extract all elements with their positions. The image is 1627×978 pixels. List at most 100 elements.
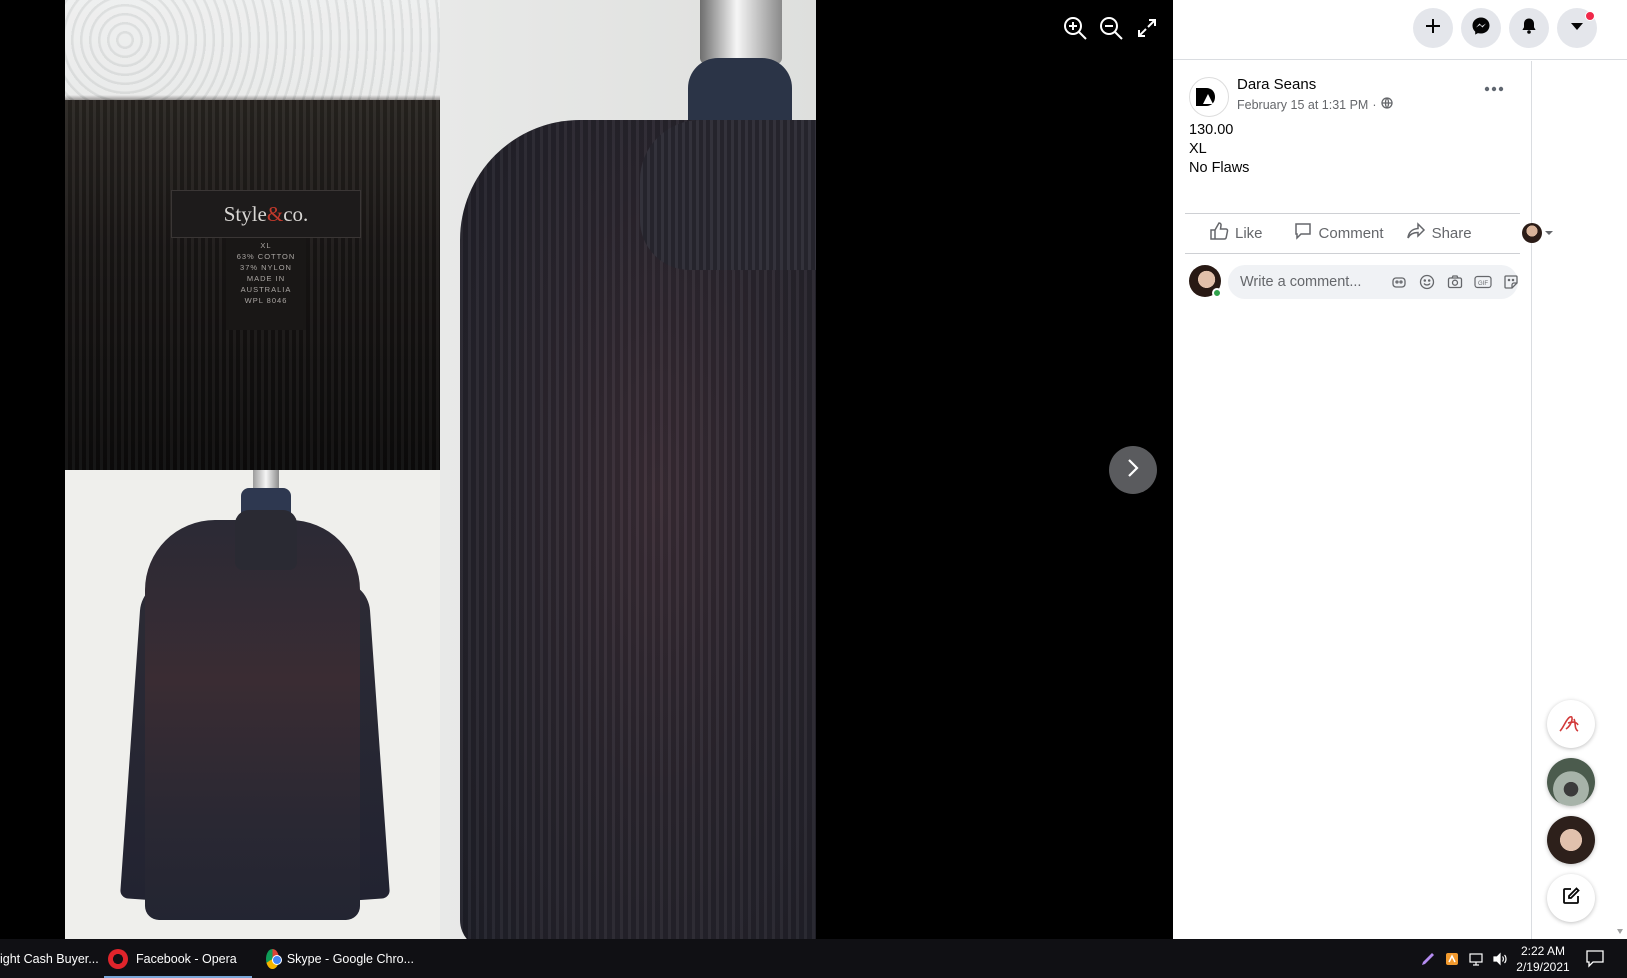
brand-tag: Style & co. — [171, 190, 361, 238]
comment-icon — [1293, 221, 1313, 245]
caption-line: 130.00 — [1189, 122, 1234, 138]
lace-background — [65, 0, 440, 100]
photo-tile-full-sweater — [65, 470, 440, 939]
post-photo[interactable]: Style & co. XL 63% COTTON 37% NYLON MADE I… — [65, 0, 816, 939]
react-as-selector[interactable] — [1521, 223, 1554, 243]
turtleneck-collar — [640, 120, 816, 270]
care-tag: XL 63% COTTON 37% NYLON MADE IN AUSTRALI… — [226, 238, 306, 330]
chat-head-contact[interactable] — [1547, 700, 1595, 748]
care-tag-line: WPL 8046 — [244, 296, 288, 305]
create-button[interactable] — [1413, 8, 1453, 48]
taskbar-app-label: Facebook - Opera — [136, 951, 237, 966]
divider — [1185, 213, 1520, 214]
fullscreen-icon[interactable] — [1134, 14, 1160, 42]
caption-line: No Flaws — [1189, 160, 1250, 176]
post-timestamp[interactable]: February 15 at 1:31 PM — [1237, 98, 1368, 112]
bell-icon — [1520, 17, 1538, 40]
network-icon[interactable] — [1467, 950, 1485, 968]
brand-tag-name: Style — [223, 201, 267, 226]
author-logo-icon — [1196, 88, 1215, 106]
chevron-right-icon — [1124, 457, 1142, 484]
top-nav — [1173, 0, 1627, 60]
taskbar-app-label: Skype - Google Chro... — [286, 951, 414, 966]
system-clock[interactable]: 2:22 AM 2/19/2021 — [1505, 943, 1581, 975]
next-photo-button[interactable] — [1109, 446, 1157, 494]
post-caption: 130.00 XL No Flaws — [1189, 121, 1249, 178]
pen-icon[interactable] — [1419, 950, 1437, 968]
chrome-icon — [266, 948, 282, 969]
share-icon — [1406, 221, 1426, 245]
post-panel: Dara Seans February 15 at 1:31 PM · 130.… — [1173, 0, 1627, 939]
taskbar-app[interactable]: ight Cash Buyer... — [0, 939, 98, 978]
care-tag-line: 63% COTTON — [236, 252, 296, 261]
gif-icon[interactable]: GIF — [1474, 273, 1492, 291]
opera-icon — [108, 948, 128, 969]
care-tag-line: 37% NYLON — [240, 263, 292, 272]
post-meta: February 15 at 1:31 PM · — [1237, 97, 1393, 112]
comment-input-box[interactable]: GIF — [1228, 265, 1518, 299]
share-label: Share — [1431, 224, 1472, 242]
caret-down-icon — [1544, 224, 1554, 242]
divider — [1185, 253, 1520, 254]
sticker-icon[interactable] — [1502, 273, 1520, 291]
avatar-sticker-icon[interactable] — [1390, 273, 1408, 291]
photo-tile-label: Style & co. XL 63% COTTON 37% NYLON MADE I… — [65, 0, 440, 470]
system-tray — [1416, 939, 1512, 978]
care-tag-line: MADE IN — [246, 274, 286, 283]
camera-icon[interactable] — [1446, 273, 1464, 291]
clock-date: 2/19/2021 — [1516, 960, 1570, 974]
photo-viewer: Style & co. XL 63% COTTON 37% NYLON MADE I… — [0, 0, 1173, 939]
post-details: Dara Seans February 15 at 1:31 PM · 130.… — [1173, 61, 1553, 939]
comment-tools: GIF — [1390, 273, 1520, 291]
action-center-icon[interactable] — [1585, 948, 1607, 970]
caret-down-icon — [1570, 19, 1584, 37]
plus-icon — [1424, 17, 1442, 40]
like-label: Like — [1235, 224, 1263, 242]
os-taskbar: ight Cash Buyer... Facebook - Opera Skyp… — [0, 939, 1627, 978]
brand-tag-amp: & — [266, 201, 284, 226]
contact-logo-icon — [1559, 715, 1579, 732]
like-button[interactable]: Like — [1203, 216, 1269, 250]
account-menu-button[interactable] — [1557, 8, 1597, 48]
messenger-icon — [1471, 16, 1491, 41]
photo-tile-closeup — [440, 0, 816, 939]
chat-head-contact[interactable] — [1547, 758, 1595, 806]
author-avatar[interactable] — [1189, 77, 1229, 117]
taskbar-app-facebook[interactable]: Facebook - Opera — [104, 939, 252, 978]
new-message-button[interactable] — [1547, 874, 1595, 922]
screen: Style & co. XL 63% COTTON 37% NYLON MADE I… — [0, 0, 1627, 978]
globe-icon[interactable] — [1380, 97, 1393, 112]
messenger-button[interactable] — [1461, 8, 1501, 48]
brand-tag-suffix: co. — [283, 201, 309, 226]
emoji-icon[interactable] — [1418, 273, 1436, 291]
thumbs-up-icon — [1209, 221, 1229, 245]
viewer-toolbar — [1062, 14, 1160, 42]
taskbar-app-skype[interactable]: Skype - Google Chro... — [262, 939, 414, 978]
author-name[interactable]: Dara Seans — [1237, 76, 1316, 93]
more-options-icon[interactable] — [1479, 81, 1509, 105]
panel-scrollbar[interactable] — [1613, 61, 1627, 939]
app-tray-icon[interactable] — [1443, 950, 1461, 968]
care-tag-line: AUSTRALIA — [240, 285, 292, 294]
svg-text:GIF: GIF — [1478, 281, 1488, 287]
sweater-collar — [235, 510, 297, 570]
zoom-in-icon[interactable] — [1062, 14, 1088, 42]
comment-input[interactable] — [1240, 274, 1380, 290]
sweater-body — [145, 520, 360, 920]
profile-avatar-small — [1521, 223, 1542, 243]
comment-label: Comment — [1318, 224, 1384, 242]
notifications-button[interactable] — [1509, 8, 1549, 48]
online-indicator — [1212, 288, 1222, 298]
share-button[interactable]: Share — [1400, 216, 1478, 250]
comment-button[interactable]: Comment — [1287, 216, 1390, 250]
meta-separator: · — [1372, 97, 1377, 112]
compose-icon — [1561, 886, 1581, 911]
chat-head-contact[interactable] — [1547, 816, 1595, 864]
post-actions: Like Comment Share — [1185, 215, 1553, 251]
zoom-out-icon[interactable] — [1098, 14, 1124, 42]
taskbar-app-label: ight Cash Buyer... — [0, 951, 98, 966]
comment-composer: GIF — [1189, 265, 1524, 299]
caption-line: XL — [1189, 141, 1207, 157]
mannequin-pole — [700, 0, 782, 64]
notification-badge — [1585, 11, 1595, 21]
